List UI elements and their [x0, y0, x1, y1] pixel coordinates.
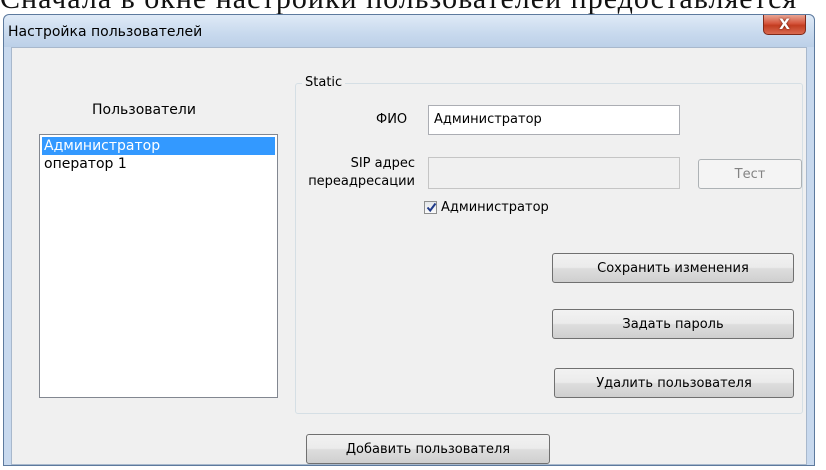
user-list-item[interactable]: оператор 1 [42, 155, 275, 173]
fio-label: ФИО [376, 112, 408, 127]
window-title: Настройка пользователей [8, 24, 203, 40]
admin-checkbox-row[interactable]: Администратор [424, 200, 549, 215]
user-list-item[interactable]: Администратор [42, 137, 275, 155]
checkmark-icon [426, 202, 437, 213]
user-details-group: Static ФИО Администратор SIP адрес переа… [295, 75, 803, 414]
group-title: Static [302, 75, 346, 90]
delete-user-button[interactable]: Удалить пользователя [554, 368, 794, 398]
sip-label-line1: SIP адрес [350, 156, 415, 171]
admin-checkbox[interactable] [424, 201, 437, 214]
save-changes-button[interactable]: Сохранить изменения [552, 253, 794, 283]
admin-checkbox-label: Администратор [441, 200, 549, 215]
test-button[interactable]: Тест [698, 159, 802, 189]
users-list-label: Пользователи [92, 102, 196, 118]
users-listbox[interactable]: Администратор оператор 1 [39, 134, 278, 398]
title-bar[interactable]: Настройка пользователей X [4, 15, 814, 47]
dialog-client-area: Пользователи Администратор оператор 1 St… [11, 47, 807, 465]
close-button[interactable]: X [763, 15, 806, 35]
sip-label-line2: переадресации [308, 174, 415, 189]
close-icon: X [779, 16, 790, 33]
settings-dialog: Настройка пользователей X Пользователи А… [3, 14, 815, 466]
set-password-button[interactable]: Задать пароль [552, 309, 794, 339]
add-user-button[interactable]: Добавить пользователя [306, 434, 550, 464]
sip-address-field[interactable] [428, 157, 680, 189]
fio-field[interactable]: Администратор [428, 105, 680, 135]
